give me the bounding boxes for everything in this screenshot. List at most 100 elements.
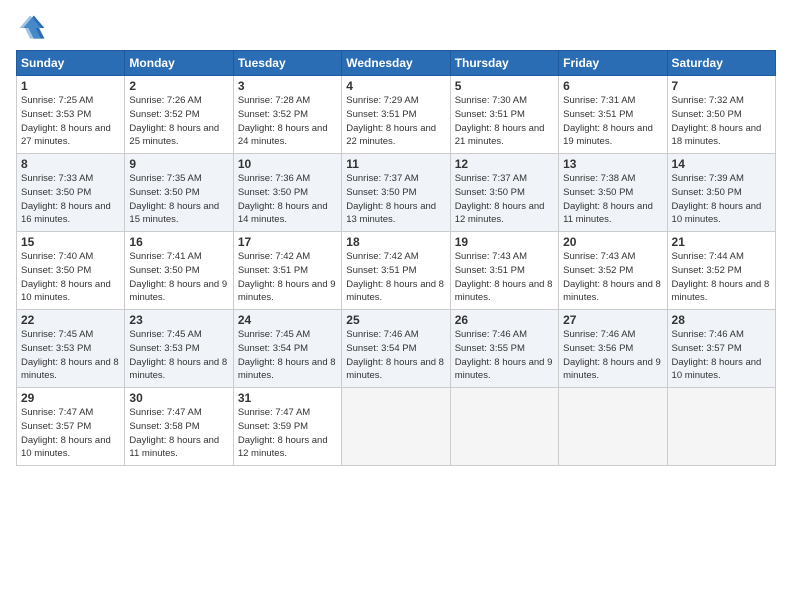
day-number: 23 [129,313,228,327]
day-info: Sunrise: 7:39 AMSunset: 3:50 PMDaylight:… [672,173,762,225]
day-info: Sunrise: 7:31 AMSunset: 3:51 PMDaylight:… [563,95,653,147]
day-info: Sunrise: 7:32 AMSunset: 3:50 PMDaylight:… [672,95,762,147]
week-row-4: 22 Sunrise: 7:45 AMSunset: 3:53 PMDayligh… [17,310,776,388]
day-info: Sunrise: 7:40 AMSunset: 3:50 PMDaylight:… [21,251,111,303]
day-cell: 22 Sunrise: 7:45 AMSunset: 3:53 PMDayligh… [17,310,125,388]
day-info: Sunrise: 7:28 AMSunset: 3:52 PMDaylight:… [238,95,328,147]
day-info: Sunrise: 7:46 AMSunset: 3:54 PMDaylight:… [346,329,444,381]
day-number: 18 [346,235,445,249]
day-number: 4 [346,79,445,93]
header [16,12,776,44]
day-number: 12 [455,157,554,171]
day-info: Sunrise: 7:47 AMSunset: 3:57 PMDaylight:… [21,407,111,459]
day-info: Sunrise: 7:46 AMSunset: 3:57 PMDaylight:… [672,329,762,381]
day-number: 19 [455,235,554,249]
logo-icon [16,12,48,44]
day-number: 11 [346,157,445,171]
day-info: Sunrise: 7:42 AMSunset: 3:51 PMDaylight:… [238,251,336,303]
col-header-friday: Friday [559,51,667,76]
week-row-5: 29 Sunrise: 7:47 AMSunset: 3:57 PMDayligh… [17,388,776,466]
day-number: 25 [346,313,445,327]
day-number: 22 [21,313,120,327]
day-number: 9 [129,157,228,171]
col-header-sunday: Sunday [17,51,125,76]
day-cell: 24 Sunrise: 7:45 AMSunset: 3:54 PMDayligh… [233,310,341,388]
day-cell: 20 Sunrise: 7:43 AMSunset: 3:52 PMDayligh… [559,232,667,310]
day-cell: 9Sunrise: 7:35 AMSunset: 3:50 PMDaylight… [125,154,233,232]
day-cell: 18 Sunrise: 7:42 AMSunset: 3:51 PMDayligh… [342,232,450,310]
col-header-monday: Monday [125,51,233,76]
day-cell: 8 Sunrise: 7:33 AMSunset: 3:50 PMDaylight… [17,154,125,232]
day-cell [450,388,558,466]
day-info: Sunrise: 7:37 AMSunset: 3:50 PMDaylight:… [455,173,545,225]
day-cell: 5 Sunrise: 7:30 AMSunset: 3:51 PMDaylight… [450,76,558,154]
logo [16,12,52,44]
day-number: 28 [672,313,771,327]
day-info: Sunrise: 7:46 AMSunset: 3:56 PMDaylight:… [563,329,661,381]
day-cell: 10Sunrise: 7:36 AMSunset: 3:50 PMDayligh… [233,154,341,232]
day-cell: 12 Sunrise: 7:37 AMSunset: 3:50 PMDayligh… [450,154,558,232]
day-cell: 11 Sunrise: 7:37 AMSunset: 3:50 PMDayligh… [342,154,450,232]
day-info: Sunrise: 7:46 AMSunset: 3:55 PMDaylight:… [455,329,553,381]
day-number: 17 [238,235,337,249]
day-cell: 31Sunrise: 7:47 AMSunset: 3:59 PMDayligh… [233,388,341,466]
day-cell [667,388,775,466]
day-cell: 7 Sunrise: 7:32 AMSunset: 3:50 PMDaylight… [667,76,775,154]
day-number: 8 [21,157,120,171]
day-info: Sunrise: 7:43 AMSunset: 3:51 PMDaylight:… [455,251,553,303]
day-info: Sunrise: 7:33 AMSunset: 3:50 PMDaylight:… [21,173,111,225]
day-cell: 23 Sunrise: 7:45 AMSunset: 3:53 PMDayligh… [125,310,233,388]
day-cell: 25 Sunrise: 7:46 AMSunset: 3:54 PMDayligh… [342,310,450,388]
day-cell: 2 Sunrise: 7:26 AMSunset: 3:52 PMDaylight… [125,76,233,154]
header-row: SundayMondayTuesdayWednesdayThursdayFrid… [17,51,776,76]
day-cell [342,388,450,466]
day-number: 1 [21,79,120,93]
col-header-wednesday: Wednesday [342,51,450,76]
week-row-2: 8 Sunrise: 7:33 AMSunset: 3:50 PMDaylight… [17,154,776,232]
day-cell: 21Sunrise: 7:44 AMSunset: 3:52 PMDayligh… [667,232,775,310]
day-cell: 1 Sunrise: 7:25 AMSunset: 3:53 PMDaylight… [17,76,125,154]
day-info: Sunrise: 7:45 AMSunset: 3:53 PMDaylight:… [21,329,119,381]
col-header-saturday: Saturday [667,51,775,76]
day-info: Sunrise: 7:37 AMSunset: 3:50 PMDaylight:… [346,173,436,225]
day-number: 2 [129,79,228,93]
day-info: Sunrise: 7:45 AMSunset: 3:54 PMDaylight:… [238,329,336,381]
day-info: Sunrise: 7:26 AMSunset: 3:52 PMDaylight:… [129,95,219,147]
day-number: 29 [21,391,120,405]
day-number: 21 [672,235,771,249]
col-header-tuesday: Tuesday [233,51,341,76]
day-number: 3 [238,79,337,93]
day-cell: 17 Sunrise: 7:42 AMSunset: 3:51 PMDayligh… [233,232,341,310]
calendar-table: SundayMondayTuesdayWednesdayThursdayFrid… [16,50,776,466]
day-cell: 29 Sunrise: 7:47 AMSunset: 3:57 PMDayligh… [17,388,125,466]
day-cell: 27Sunrise: 7:46 AMSunset: 3:56 PMDayligh… [559,310,667,388]
day-cell: 3 Sunrise: 7:28 AMSunset: 3:52 PMDaylight… [233,76,341,154]
day-number: 7 [672,79,771,93]
day-number: 20 [563,235,662,249]
day-cell: 14Sunrise: 7:39 AMSunset: 3:50 PMDayligh… [667,154,775,232]
day-cell: 19 Sunrise: 7:43 AMSunset: 3:51 PMDayligh… [450,232,558,310]
day-cell: 28 Sunrise: 7:46 AMSunset: 3:57 PMDayligh… [667,310,775,388]
day-info: Sunrise: 7:25 AMSunset: 3:53 PMDaylight:… [21,95,111,147]
day-info: Sunrise: 7:45 AMSunset: 3:53 PMDaylight:… [129,329,227,381]
day-number: 31 [238,391,337,405]
day-number: 24 [238,313,337,327]
day-cell: 26 Sunrise: 7:46 AMSunset: 3:55 PMDayligh… [450,310,558,388]
day-info: Sunrise: 7:29 AMSunset: 3:51 PMDaylight:… [346,95,436,147]
day-info: Sunrise: 7:42 AMSunset: 3:51 PMDaylight:… [346,251,444,303]
calendar-container: SundayMondayTuesdayWednesdayThursdayFrid… [0,0,792,474]
day-number: 5 [455,79,554,93]
week-row-1: 1 Sunrise: 7:25 AMSunset: 3:53 PMDaylight… [17,76,776,154]
day-number: 30 [129,391,228,405]
day-info: Sunrise: 7:36 AMSunset: 3:50 PMDaylight:… [238,173,328,225]
day-cell: 16Sunrise: 7:41 AMSunset: 3:50 PMDayligh… [125,232,233,310]
day-info: Sunrise: 7:43 AMSunset: 3:52 PMDaylight:… [563,251,661,303]
day-number: 26 [455,313,554,327]
day-cell: 6Sunrise: 7:31 AMSunset: 3:51 PMDaylight… [559,76,667,154]
day-number: 15 [21,235,120,249]
day-info: Sunrise: 7:30 AMSunset: 3:51 PMDaylight:… [455,95,545,147]
day-cell: 13Sunrise: 7:38 AMSunset: 3:50 PMDayligh… [559,154,667,232]
week-row-3: 15 Sunrise: 7:40 AMSunset: 3:50 PMDayligh… [17,232,776,310]
day-info: Sunrise: 7:38 AMSunset: 3:50 PMDaylight:… [563,173,653,225]
col-header-thursday: Thursday [450,51,558,76]
